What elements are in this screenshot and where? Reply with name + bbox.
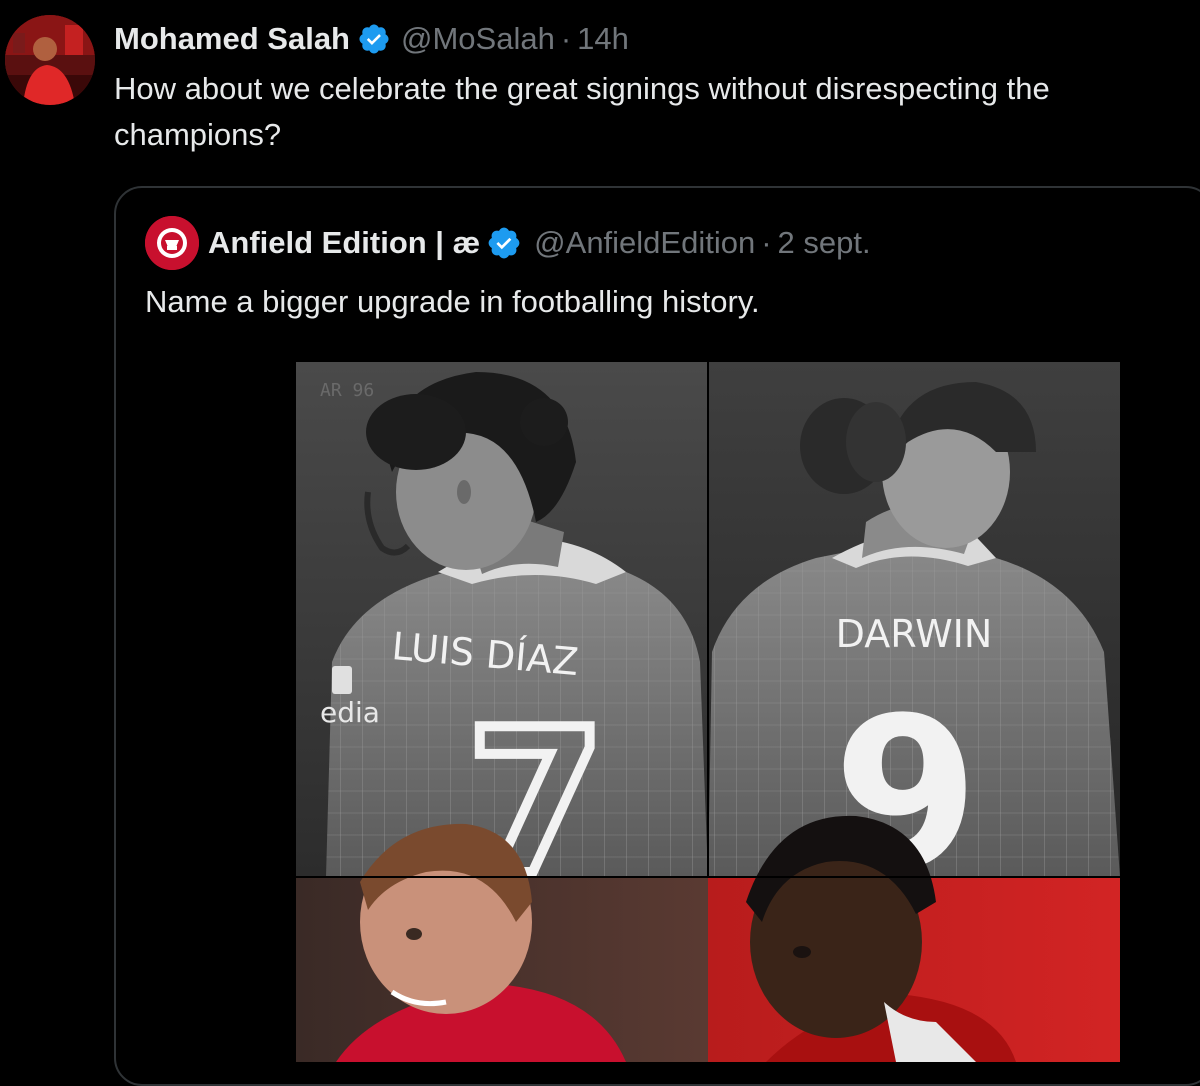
quoted-author-handle[interactable]: @AnfieldEdition	[534, 225, 755, 261]
separator-dot: ·	[560, 21, 572, 56]
anfield-edition-logo-icon	[145, 216, 199, 270]
jersey-name-darwin: DARWIN	[836, 612, 993, 656]
player-image-darwin: DARWIN 9	[708, 362, 1120, 917]
player-image-luis-diaz: AR 96 LUIS DÍAZ 7 edia	[296, 362, 708, 925]
author-handle[interactable]: @MoSalah	[401, 21, 555, 57]
tweet-timestamp[interactable]: 14h	[577, 21, 629, 57]
author-avatar[interactable]	[5, 15, 95, 105]
quoted-author-avatar[interactable]	[145, 216, 199, 270]
media-collage: AR 96 LUIS DÍAZ 7 edia DARWIN 9	[296, 362, 1120, 1062]
separator-dot: ·	[761, 225, 772, 260]
tweet-header: Mohamed Salah @MoSalah · 14h	[114, 18, 629, 60]
quoted-author-display-name[interactable]: Anfield Edition | æ	[208, 225, 480, 261]
quoted-tweet-media[interactable]: AR 96 LUIS DÍAZ 7 edia DARWIN 9	[296, 362, 1120, 1062]
sponsor-text: edia	[320, 696, 380, 729]
verified-badge-icon[interactable]	[486, 225, 522, 261]
quoted-tweet-header: Anfield Edition | æ @AnfieldEdition · 2 …	[208, 222, 871, 264]
tweet-text: How about we celebrate the great signing…	[114, 71, 1050, 152]
quoted-tweet-timestamp[interactable]: 2 sept.	[778, 225, 871, 261]
avatar-image	[5, 15, 95, 105]
quoted-tweet-text: Name a bigger upgrade in footballing his…	[145, 284, 760, 319]
author-display-name[interactable]: Mohamed Salah	[114, 21, 350, 57]
verified-badge-icon[interactable]	[357, 22, 391, 56]
watermark-text: AR 96	[320, 380, 374, 401]
